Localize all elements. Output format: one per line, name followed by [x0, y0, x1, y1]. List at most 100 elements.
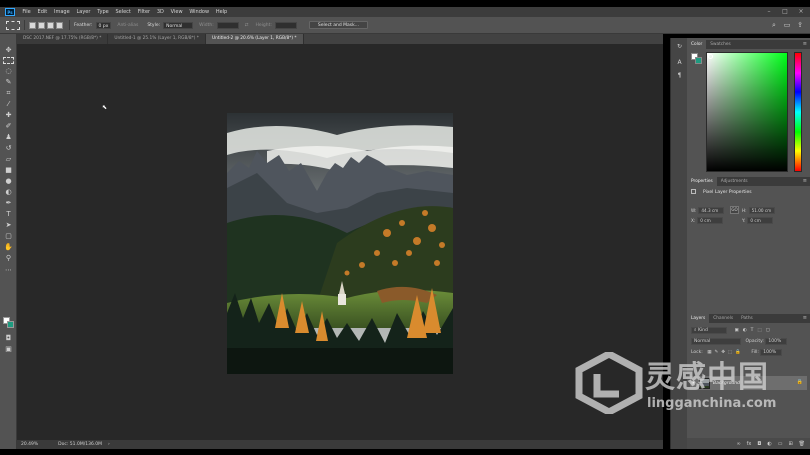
history-brush-tool-icon[interactable]: ↺ [3, 144, 14, 153]
paragraph-icon[interactable]: ¶ [675, 71, 684, 80]
menu-window[interactable]: Window [186, 9, 213, 15]
type-tool-icon[interactable]: T [3, 210, 14, 219]
color-picker-ring[interactable] [708, 54, 713, 59]
width-field[interactable]: 44.3 cm [698, 207, 725, 214]
add-selection-icon[interactable] [38, 21, 45, 29]
color-panel-background-swatch[interactable] [695, 57, 702, 64]
panel-menu-icon[interactable]: ≡ [803, 40, 807, 49]
brush-tool-icon[interactable]: ✐ [3, 122, 14, 131]
close-icon[interactable]: × [798, 9, 804, 15]
canvas-area[interactable]: ⬉ [17, 44, 663, 440]
gradient-tool-icon[interactable]: ■ [3, 166, 14, 175]
quick-mask-icon[interactable]: ◘ [3, 334, 14, 343]
kind-filter-select[interactable]: ⌕ Kind [691, 327, 727, 334]
pen-tool-icon[interactable]: ✒ [3, 199, 14, 208]
healing-brush-tool-icon[interactable]: ✚ [3, 111, 14, 120]
menu-filter[interactable]: Filter [134, 9, 153, 15]
eraser-tool-icon[interactable]: ▱ [3, 155, 14, 164]
menu-select[interactable]: Select [112, 9, 134, 15]
clone-stamp-tool-icon[interactable]: ♟ [3, 133, 14, 142]
minimize-icon[interactable]: – [766, 9, 772, 15]
style-label: Style: [147, 22, 161, 28]
tab-adjustments[interactable]: Adjustments [717, 177, 752, 186]
menu-help[interactable]: Help [212, 9, 230, 15]
style-select[interactable]: Normal [163, 21, 194, 29]
status-bar: 20.49% Doc: 51.0M/136.0M › [17, 440, 663, 449]
width-input[interactable] [216, 21, 239, 29]
swap-icon[interactable]: ⇄ [245, 23, 249, 28]
menu-3d[interactable]: 3D [153, 9, 167, 15]
menu-layer[interactable]: Layer [73, 9, 94, 15]
status-menu-icon[interactable]: › [108, 442, 110, 447]
height-field[interactable]: 51.00 cm [748, 207, 775, 214]
character-icon[interactable]: A [675, 58, 684, 67]
color-picker-field[interactable] [706, 52, 788, 172]
group-icon[interactable]: ▭ [778, 441, 783, 447]
height-row: H: 51.00 cm [742, 207, 775, 214]
menu-view[interactable]: View [167, 9, 186, 15]
eyedropper-tool-icon[interactable]: ⁄ [3, 100, 14, 109]
subtract-selection-icon[interactable] [47, 21, 54, 29]
blend-mode-select[interactable]: Normal [691, 338, 741, 345]
opacity-input[interactable]: 100% [765, 338, 788, 345]
panel-menu-icon[interactable]: ≡ [803, 314, 807, 323]
y-row: Y: 0 cm [742, 217, 774, 224]
workspace-icon[interactable]: ▭ [783, 21, 791, 29]
tab-swatches[interactable]: Swatches [706, 40, 735, 49]
antialias-checkbox[interactable]: Anti-alias [117, 23, 138, 28]
background-color-swatch[interactable] [7, 321, 14, 328]
new-selection-icon[interactable] [29, 21, 36, 29]
marquee-preset-icon[interactable] [6, 20, 20, 30]
quick-select-tool-icon[interactable]: ✎ [3, 78, 14, 87]
hand-tool-icon[interactable]: ✋ [3, 243, 14, 252]
feather-input[interactable]: 0 px [95, 21, 112, 29]
new-layer-icon[interactable]: ⊞ [788, 441, 792, 447]
zoom-level[interactable]: 20.49% [21, 442, 38, 447]
path-select-tool-icon[interactable]: ➤ [3, 221, 14, 230]
tab-untitled-1[interactable]: Untitled-1 @ 25.1% (Layer 1, RGB/8*) * [108, 34, 206, 44]
menu-type[interactable]: Type [94, 9, 112, 15]
intersect-selection-icon[interactable] [56, 21, 63, 29]
tab-paths[interactable]: Paths [737, 314, 757, 323]
mask-icon[interactable]: ◘ [757, 441, 761, 447]
hue-slider[interactable] [794, 52, 802, 172]
blur-tool-icon[interactable]: ● [3, 177, 14, 186]
divider [69, 20, 70, 30]
menu-image[interactable]: Image [51, 9, 73, 15]
zoom-tool-icon[interactable]: ⚲ [3, 254, 14, 263]
menu-edit[interactable]: Edit [34, 9, 50, 15]
height-input[interactable] [274, 21, 297, 29]
select-and-mask-button[interactable]: Select and Mask... [308, 21, 369, 29]
crop-tool-icon[interactable]: ⌗ [3, 89, 14, 98]
trash-icon[interactable]: 🗑 [799, 441, 805, 447]
link-dimensions-icon[interactable]: GO [730, 206, 739, 214]
x-field[interactable]: 0 cm [697, 217, 724, 224]
lasso-tool-icon[interactable]: ◌ [3, 67, 14, 76]
marquee-tool-icon[interactable] [3, 57, 14, 64]
tab-untitled-2[interactable]: Untitled-2 @ 20.6% (Layer 1, RGB/8*) * [205, 34, 304, 44]
rectangle-tool-icon[interactable]: ▢ [3, 232, 14, 241]
tab-dsc-2017[interactable]: DSC 2017.NEF @ 17.75% (RGB/8*) * [17, 34, 109, 44]
fx-icon[interactable]: fx [747, 441, 752, 447]
landscape-image[interactable] [227, 113, 453, 374]
tab-properties[interactable]: Properties [687, 177, 717, 186]
adjustment-layer-icon[interactable]: ◐ [767, 441, 771, 447]
tab-color[interactable]: Color [687, 40, 707, 49]
window-controls: – □ × [766, 7, 804, 17]
screen-mode-icon[interactable]: ▣ [3, 345, 14, 354]
menu-file[interactable]: File [19, 9, 34, 15]
y-field[interactable]: 0 cm [747, 217, 774, 224]
dodge-tool-icon[interactable]: ◐ [3, 188, 14, 197]
share-icon[interactable]: ⇪ [796, 21, 804, 29]
move-tool-icon[interactable]: ✥ [3, 46, 14, 55]
blend-row: Normal Opacity: 100% [691, 338, 788, 345]
panel-menu-icon[interactable]: ≡ [803, 177, 807, 186]
more-tools-icon[interactable]: ⋯ [3, 266, 14, 275]
history-icon[interactable]: ↻ [675, 42, 684, 51]
maximize-icon[interactable]: □ [782, 9, 788, 15]
tab-layers[interactable]: Layers [687, 314, 710, 323]
search-icon[interactable]: ⌕ [770, 21, 778, 29]
tab-channels[interactable]: Channels [709, 314, 737, 323]
link-layers-icon[interactable]: ∞ [736, 441, 740, 447]
filter-icons[interactable]: ▣◐T⬚▢ [734, 328, 773, 333]
